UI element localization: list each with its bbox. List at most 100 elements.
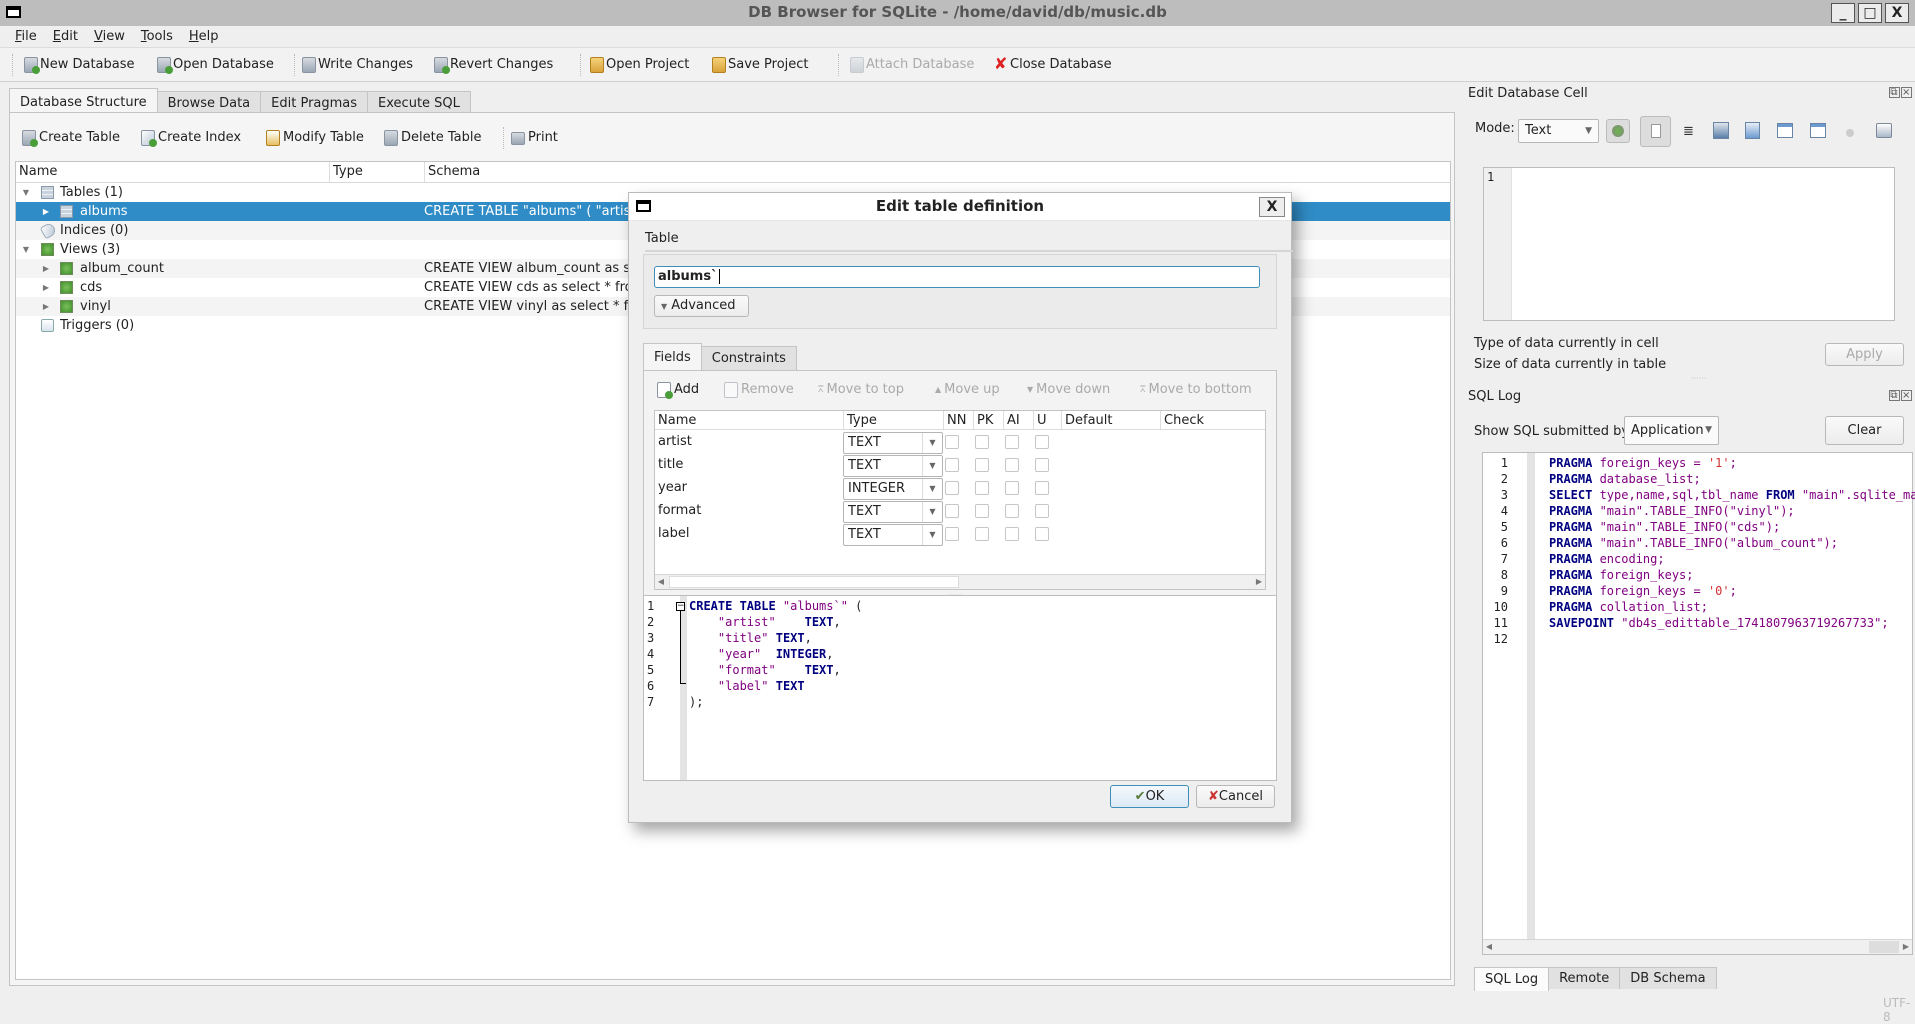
auto-format-icon[interactable]: ≣ (1683, 124, 1694, 139)
import-icon[interactable] (1713, 122, 1729, 139)
move-down-button[interactable]: ▼ Move down (1027, 380, 1110, 400)
tab-constraints[interactable]: Constraints (700, 346, 797, 370)
attach-database-button[interactable]: Attach Database (850, 54, 974, 76)
menu-edit[interactable]: Edit (45, 26, 86, 48)
expand-arrow-icon[interactable]: ▶ (41, 259, 51, 278)
checkbox-nn[interactable] (945, 504, 959, 518)
sql-log-editor[interactable]: 1 PRAGMA foreign_keys = '1'; 2 PRAGMA datab… (1482, 452, 1915, 955)
clear-log-button[interactable]: Clear (1825, 416, 1904, 445)
advanced-toggle-button[interactable]: ▼ Advanced (654, 295, 749, 317)
open-in-app-icon[interactable] (1777, 123, 1793, 138)
checkbox-nn[interactable] (945, 527, 959, 541)
field-name[interactable]: format (658, 503, 701, 518)
open-project-button[interactable]: Open Project (590, 54, 689, 76)
open-database-button[interactable]: Open Database (157, 54, 274, 76)
export-icon[interactable] (1745, 122, 1760, 139)
column-header-pk[interactable]: PK (973, 411, 993, 430)
field-row[interactable]: format TEXT ▼ (655, 500, 1265, 523)
scrollbar-thumb[interactable] (1869, 941, 1899, 953)
close-window-button[interactable]: X (1885, 3, 1909, 23)
field-type-select[interactable]: INTEGER ▼ (843, 478, 943, 500)
float-dock-icon[interactable]: ⧉ (1889, 87, 1900, 98)
create-table-button[interactable]: Create Table (22, 127, 120, 149)
dock-tab-remote[interactable]: Remote (1548, 967, 1621, 989)
minimize-button[interactable]: _ (1831, 3, 1855, 23)
mode-select[interactable]: Text ▼ (1518, 119, 1599, 143)
log-horizontal-scrollbar[interactable]: ◀ ▶ (1483, 939, 1912, 954)
column-header-u[interactable]: U (1033, 411, 1047, 430)
move-to-top-button[interactable]: ⩞ Move to top (818, 380, 904, 400)
scroll-left-icon[interactable]: ◀ (1483, 940, 1495, 954)
column-header-nn[interactable]: NN (943, 411, 966, 430)
checkbox-u[interactable] (1035, 481, 1049, 495)
save-project-button[interactable]: Save Project (712, 54, 809, 76)
maximize-button[interactable]: □ (1858, 3, 1882, 23)
dialog-close-button[interactable]: X (1259, 197, 1285, 217)
column-header-name[interactable]: Name (19, 164, 57, 179)
move-to-bottom-button[interactable]: ⩞ Move to bottom (1140, 380, 1252, 400)
submitted-by-select[interactable]: Application ▼ (1624, 416, 1719, 445)
close-dock-icon[interactable]: × (1901, 87, 1912, 98)
checkbox-pk[interactable] (975, 458, 989, 472)
checkbox-u[interactable] (1035, 504, 1049, 518)
tab-fields[interactable]: Fields (643, 343, 702, 370)
expand-arrow-icon[interactable]: ▶ (41, 278, 51, 297)
cancel-button[interactable]: ✘Cancel (1196, 785, 1275, 808)
cell-editor[interactable]: 1 (1483, 167, 1895, 321)
field-row[interactable]: year INTEGER ▼ (655, 477, 1265, 500)
checkbox-pk[interactable] (975, 481, 989, 495)
field-type-select[interactable]: TEXT ▼ (843, 455, 943, 477)
collapse-arrow-icon[interactable]: ▼ (21, 183, 31, 202)
checkbox-u[interactable] (1035, 435, 1049, 449)
close-dock-icon[interactable]: × (1901, 390, 1912, 401)
column-header-type[interactable]: Type (329, 162, 363, 182)
expand-arrow-icon[interactable]: ▶ (41, 202, 51, 221)
menu-tools[interactable]: Tools (133, 26, 181, 48)
field-row[interactable]: title TEXT ▼ (655, 454, 1265, 477)
checkbox-pk[interactable] (975, 504, 989, 518)
field-type-select[interactable]: TEXT ▼ (843, 432, 943, 454)
field-row[interactable]: label TEXT ▼ (655, 523, 1265, 546)
column-header-name[interactable]: Name (658, 411, 696, 430)
menu-file[interactable]: File (7, 26, 45, 48)
column-header-default[interactable]: Default (1061, 411, 1113, 430)
print-cell-icon[interactable] (1876, 123, 1892, 138)
checkbox-ai[interactable] (1005, 435, 1019, 449)
menu-help[interactable]: Help (181, 26, 227, 48)
checkbox-u[interactable] (1035, 458, 1049, 472)
open-link-icon[interactable] (1810, 123, 1826, 138)
column-header-check[interactable]: Check (1160, 411, 1204, 430)
menu-view[interactable]: View (86, 26, 133, 48)
ok-button[interactable]: ✔OK (1110, 785, 1189, 808)
checkbox-ai[interactable] (1005, 458, 1019, 472)
field-type-select[interactable]: TEXT ▼ (843, 524, 943, 546)
close-database-button[interactable]: ✘ Close Database (994, 54, 1112, 76)
add-field-button[interactable]: Add (657, 380, 699, 400)
print-button[interactable]: Print (511, 127, 558, 149)
float-dock-icon[interactable]: ⧉ (1889, 390, 1900, 401)
set-null-icon[interactable] (1846, 129, 1854, 137)
fields-horizontal-scrollbar[interactable]: ◀ ▶ (655, 574, 1265, 589)
checkbox-nn[interactable] (945, 435, 959, 449)
checkbox-nn[interactable] (945, 458, 959, 472)
create-index-button[interactable]: Create Index (141, 127, 241, 149)
remove-field-button[interactable]: Remove (724, 380, 794, 400)
revert-changes-button[interactable]: Revert Changes (434, 54, 553, 76)
word-wrap-button[interactable] (1640, 116, 1671, 147)
checkbox-ai[interactable] (1005, 481, 1019, 495)
field-name[interactable]: artist (658, 434, 692, 449)
scroll-left-icon[interactable]: ◀ (655, 575, 667, 589)
scrollbar-thumb[interactable] (669, 576, 959, 588)
new-database-button[interactable]: New Database (24, 54, 135, 76)
field-type-select[interactable]: TEXT ▼ (843, 501, 943, 523)
modify-table-button[interactable]: Modify Table (266, 127, 364, 149)
apply-button[interactable]: Apply (1825, 343, 1904, 366)
tab-database-structure[interactable]: Database Structure (9, 88, 158, 115)
checkbox-ai[interactable] (1005, 504, 1019, 518)
write-changes-button[interactable]: Write Changes (302, 54, 413, 76)
auto-switch-mode-button[interactable] (1606, 119, 1630, 143)
splitter-handle[interactable]: ······ (1691, 374, 1706, 383)
collapse-arrow-icon[interactable]: ▼ (21, 240, 31, 259)
move-up-button[interactable]: ▲ Move up (935, 380, 1000, 400)
column-header-schema[interactable]: Schema (424, 162, 480, 182)
